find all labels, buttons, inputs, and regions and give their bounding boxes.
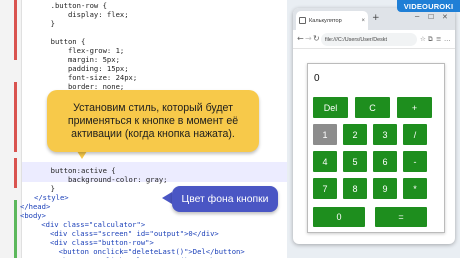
minimize-button[interactable]: ─	[415, 13, 419, 21]
calc-button[interactable]: /	[403, 124, 427, 145]
calc-button[interactable]: 9	[373, 178, 397, 199]
code-line: font-size: 24px;	[42, 73, 138, 82]
change-marker	[14, 0, 17, 60]
url-text: file:///C:/Users/User/Deskt	[325, 36, 388, 43]
calc-button[interactable]: 5	[343, 151, 367, 172]
calculator: 0 Del C +1 2 3 / 4 5 6- 7 8 9 * 0 =	[307, 63, 445, 233]
callout-pointer	[162, 192, 172, 204]
bookmark-icon[interactable]: ☆	[420, 35, 426, 43]
code-line: flex-grow: 1;	[42, 46, 125, 55]
calc-button[interactable]: -	[403, 151, 427, 172]
code-line: .button-row {	[42, 1, 107, 10]
calc-button[interactable]: 8	[343, 178, 367, 199]
forward-button[interactable]: →	[305, 34, 312, 43]
code-line: <div class="screen" id="output">0</div>	[24, 229, 219, 238]
back-button[interactable]: ←	[297, 34, 304, 43]
code-line: display: flex;	[42, 10, 129, 19]
page-icon	[299, 17, 306, 24]
more-icon[interactable]: …	[444, 35, 451, 43]
url-field[interactable]: file:///C:/Users/User/Deskt	[321, 33, 417, 46]
code-line: </head>	[20, 202, 51, 211]
calculator-screen: 0	[314, 73, 320, 84]
code-line: padding: 15px;	[42, 64, 129, 73]
change-marker	[14, 158, 17, 188]
code-line: </style>	[34, 193, 69, 202]
calc-button[interactable]: 0	[313, 207, 365, 227]
code-line: }	[42, 184, 55, 193]
new-tab-button[interactable]: +	[372, 13, 380, 23]
tab-title: Калькулятор	[309, 17, 342, 24]
code-line: margin: 5px;	[42, 55, 120, 64]
calc-button[interactable]: 4	[313, 151, 337, 172]
videouroki-logo: VIDEOUROKI	[397, 0, 460, 12]
reload-button[interactable]: ↻	[313, 34, 320, 43]
tab-calculator[interactable]: Калькулятор ×	[296, 11, 368, 30]
calc-button[interactable]: 6	[373, 151, 397, 172]
code-line: }	[42, 19, 55, 28]
callout-text: Цвет фона кнопки	[181, 193, 269, 205]
change-marker	[14, 82, 17, 152]
split-view-icon[interactable]: ⧉	[428, 35, 433, 44]
calc-button[interactable]: 3	[373, 124, 397, 145]
code-line: <button onclick="deleteLast()">Del</butt…	[24, 247, 245, 256]
code-line: button:active {	[42, 166, 116, 175]
calc-button[interactable]: 2	[343, 124, 367, 145]
tab-close-icon[interactable]: ×	[361, 18, 365, 24]
editor-gutter	[0, 0, 22, 258]
change-marker	[14, 200, 17, 258]
maximize-button[interactable]: ☐	[428, 13, 434, 21]
code-line: button {	[42, 37, 86, 46]
calc-button[interactable]: 1	[313, 124, 337, 145]
calc-button[interactable]: Del	[313, 97, 348, 118]
calc-button[interactable]: 7	[313, 178, 337, 199]
close-window-button[interactable]: ✕	[442, 13, 448, 21]
browser-window: Калькулятор × + ─ ☐ ✕ ← → ↻ file:///C:/U…	[293, 8, 455, 244]
address-bar: ← → ↻ file:///C:/Users/User/Deskt ☆ ⧉ ≡ …	[293, 30, 455, 49]
code-line: <div class="button-row">	[24, 238, 154, 247]
collections-icon[interactable]: ≡	[436, 35, 441, 43]
calc-button[interactable]: =	[375, 207, 427, 227]
code-line: <div class="calculator">	[24, 220, 146, 229]
explanation-callout: Установим стиль, который будет применять…	[47, 90, 259, 152]
calc-button[interactable]: +	[397, 97, 432, 118]
calc-button[interactable]: C	[355, 97, 390, 118]
calc-button[interactable]: *	[403, 178, 427, 199]
background-color-callout: Цвет фона кнопки	[172, 186, 278, 212]
callout-text: Установим стиль, который будет применять…	[67, 101, 239, 140]
code-line: background-color: gray;	[42, 175, 168, 184]
code-line: <body>	[20, 211, 46, 220]
